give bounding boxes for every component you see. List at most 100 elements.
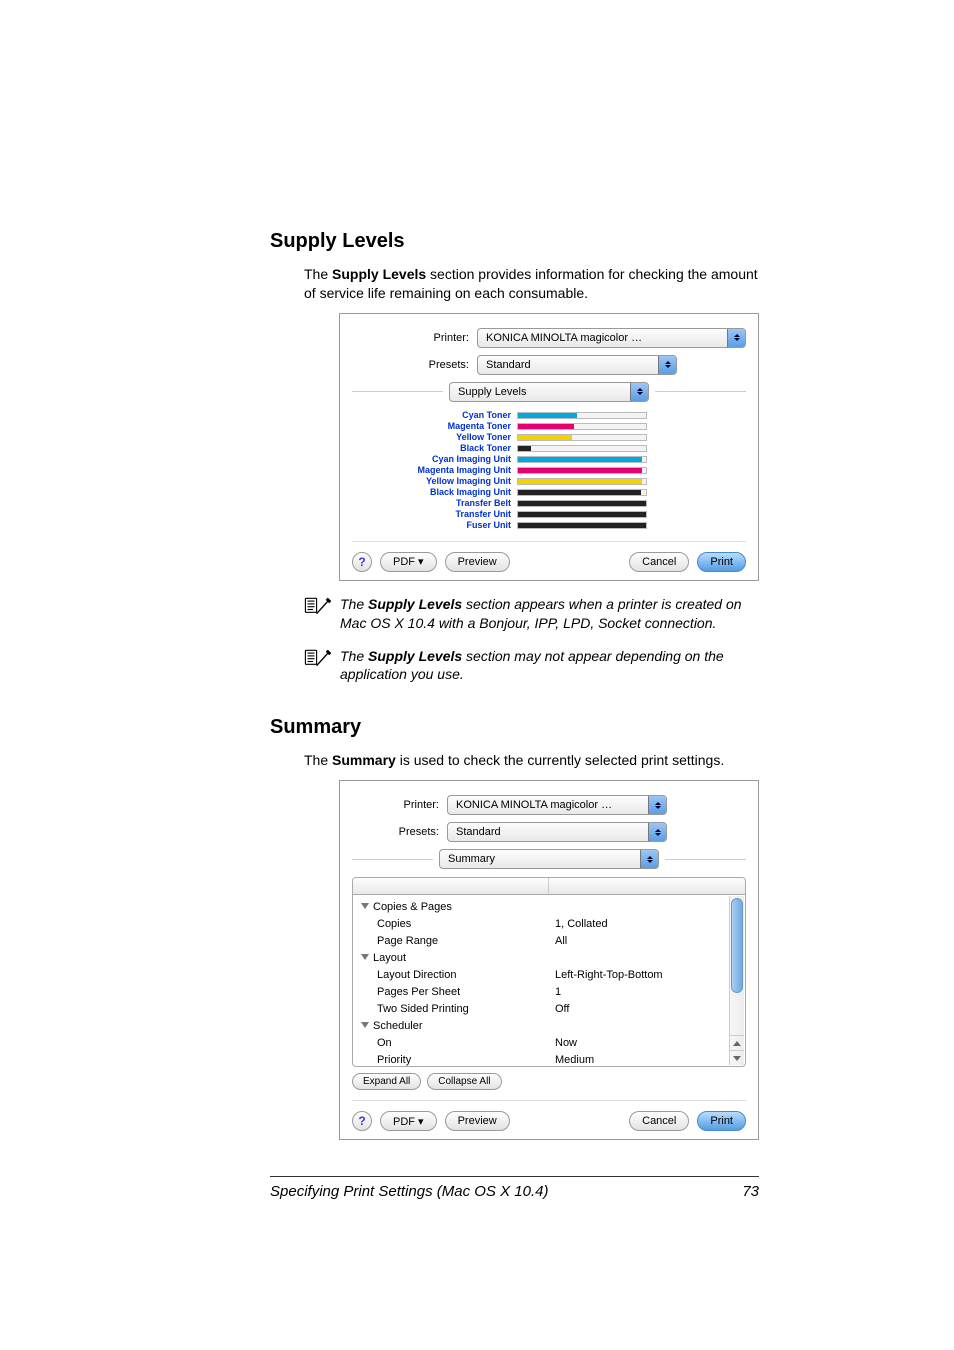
supply-bar-fill [518,413,577,418]
supply-name: Cyan Imaging Unit [377,454,517,464]
collapse-all-button[interactable]: Collapse All [427,1073,501,1090]
section-popup[interactable]: Supply Levels [449,382,649,402]
supply-bar [517,478,647,485]
supply-bar-fill [518,501,646,506]
supply-bar [517,423,647,430]
supply-bar [517,489,647,496]
supply-row: Yellow Imaging Unit [377,476,746,487]
group-scheduler: Scheduler [373,1020,423,1032]
footer-text: Specifying Print Settings (Mac OS X 10.4… [270,1183,548,1200]
supply-bar [517,522,647,529]
supply-row: Black Toner [377,443,746,454]
supply-row: Magenta Toner [377,421,746,432]
group-copies-pages: Copies & Pages [373,901,452,913]
note-2: The Supply Levels section may not appear… [304,647,759,685]
section-popup-value: Summary [448,853,495,865]
scrollbar-thumb[interactable] [731,898,743,993]
scroll-down-button[interactable] [730,1050,744,1065]
disclosure-icon[interactable] [361,1022,369,1028]
presets-popup[interactable]: Standard [447,822,667,842]
preview-button[interactable]: Preview [445,552,510,572]
scroll-up-button[interactable] [730,1035,744,1050]
supply-bar-fill [518,424,574,429]
row-copies: Copies [361,916,543,933]
supply-row: Cyan Imaging Unit [377,454,746,465]
help-button[interactable]: ? [352,1111,372,1131]
stepper-icon [640,850,658,868]
row-two-sided: Two Sided Printing [361,1001,543,1018]
summary-header [353,878,745,895]
stepper-icon [727,329,745,347]
help-button[interactable]: ? [352,552,372,572]
text-bold: Summary [332,752,396,768]
text: The [304,266,332,282]
row-on: On [361,1035,543,1052]
supply-name: Black Imaging Unit [377,487,517,497]
text: The [340,648,368,664]
cancel-button[interactable]: Cancel [629,552,689,572]
presets-popup[interactable]: Standard [477,355,677,375]
val-on: Now [555,1035,739,1052]
supply-row: Black Imaging Unit [377,487,746,498]
text: The [340,596,368,612]
cancel-button[interactable]: Cancel [629,1111,689,1131]
summary-left-col: Copies & Pages Copies Page Range Layout … [353,895,549,1066]
dialog-buttons: ? PDF ▾ Preview Cancel Print [352,1111,746,1131]
heading-summary: Summary [270,716,759,739]
supply-row: Fuser Unit [377,520,746,531]
printer-popup[interactable]: KONICA MINOLTA magicolor … [477,328,746,348]
supply-name: Fuser Unit [377,520,517,530]
row-priority: Priority [361,1052,543,1067]
supply-name: Transfer Belt [377,498,517,508]
page-footer: Specifying Print Settings (Mac OS X 10.4… [270,1176,759,1200]
print-button[interactable]: Print [697,552,746,572]
text-bold: Supply Levels [332,266,426,282]
stepper-icon [630,383,648,401]
pdf-menu-button[interactable]: PDF ▾ [380,552,437,572]
supply-row: Transfer Belt [377,498,746,509]
supply-name: Magenta Toner [377,421,517,431]
printer-popup-value: KONICA MINOLTA magicolor … [456,799,612,811]
supply-bar-fill [518,457,642,462]
supply-row: Yellow Toner [377,432,746,443]
section-popup[interactable]: Summary [439,849,659,869]
text-bold: Supply Levels [368,596,462,612]
dialog-buttons: ? PDF ▾ Preview Cancel Print [352,552,746,572]
printer-popup[interactable]: KONICA MINOLTA magicolor … [447,795,667,815]
disclosure-icon[interactable] [361,903,369,909]
group-layout: Layout [373,952,406,964]
supply-bar [517,445,647,452]
text-bold: Supply Levels [368,648,462,664]
supply-name: Black Toner [377,443,517,453]
supply-bar [517,434,647,441]
scrollbar[interactable] [729,896,744,1065]
summary-table: Copies & Pages Copies Page Range Layout … [352,877,746,1067]
label-printer: Printer: [352,332,477,344]
para-summary-intro: The Summary is used to check the current… [304,751,759,770]
note-icon [304,595,332,633]
val-pages-per-sheet: 1 [555,984,739,1001]
heading-supply-levels: Supply Levels [270,230,759,253]
supply-row: Magenta Imaging Unit [377,465,746,476]
presets-popup-value: Standard [456,826,501,838]
supply-bar [517,500,647,507]
disclosure-icon[interactable] [361,954,369,960]
preview-button[interactable]: Preview [445,1111,510,1131]
supply-bar-fill [518,523,646,528]
print-button[interactable]: Print [697,1111,746,1131]
pdf-menu-button[interactable]: PDF ▾ [380,1111,437,1131]
label-printer: Printer: [352,799,447,811]
supply-row: Transfer Unit [377,509,746,520]
row-page-range: Page Range [361,933,543,950]
val-two-sided: Off [555,1001,739,1018]
note-icon [304,647,332,685]
supply-bar [517,511,647,518]
expand-all-button[interactable]: Expand All [352,1073,421,1090]
supply-levels-list: Cyan TonerMagenta TonerYellow TonerBlack… [377,410,746,531]
note-1: The Supply Levels section appears when a… [304,595,759,633]
supply-bar-fill [518,468,642,473]
val-priority: Medium [555,1052,739,1067]
val-layout-direction: Left-Right-Top-Bottom [555,967,739,984]
val-copies: 1, Collated [555,916,739,933]
supply-name: Magenta Imaging Unit [377,465,517,475]
